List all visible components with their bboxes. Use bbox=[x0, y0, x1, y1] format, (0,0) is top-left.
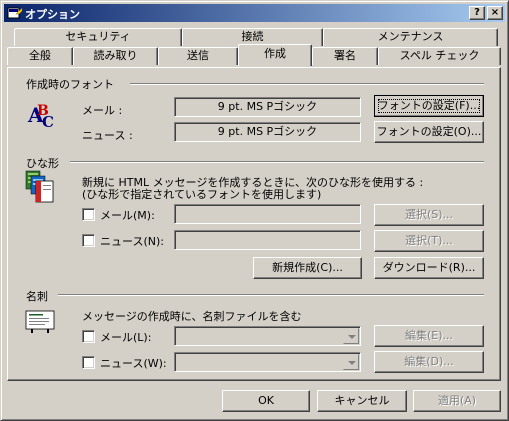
window-title: オプション bbox=[25, 8, 80, 21]
ok-button[interactable]: OK bbox=[222, 390, 310, 412]
tab-compose[interactable]: 作成 bbox=[238, 44, 312, 66]
close-button[interactable]: × bbox=[487, 6, 503, 20]
font-icon: A B C bbox=[27, 103, 54, 130]
tab-spelling[interactable]: スペル チェック bbox=[378, 47, 501, 65]
business-card-group-divider bbox=[58, 294, 484, 296]
news-font-settings-button[interactable]: フォントの設定(O)... bbox=[374, 121, 484, 143]
chevron-down-icon[interactable] bbox=[343, 354, 359, 370]
business-card-mail-edit-button[interactable]: 編集(E)... bbox=[374, 325, 484, 347]
tab-security[interactable]: セキュリティ bbox=[14, 28, 182, 46]
news-font-display: 9 pt. MS Pゴシック bbox=[174, 122, 361, 142]
tab-read[interactable]: 読み取り bbox=[73, 47, 158, 65]
stationery-group-divider bbox=[70, 161, 484, 163]
mail-font-label: メール : bbox=[82, 104, 123, 117]
business-card-mail-combo[interactable] bbox=[174, 326, 361, 346]
stationery-mail-checkbox[interactable] bbox=[82, 208, 95, 221]
apply-button[interactable]: 適用(A) bbox=[413, 390, 501, 412]
business-card-mail-label: メール(L): bbox=[100, 331, 152, 344]
stationery-mail-select-button[interactable]: 選択(S)... bbox=[374, 204, 484, 226]
stationery-mail-label: メール(M): bbox=[100, 209, 155, 222]
create-new-stationery-button[interactable]: 新規作成(C)... bbox=[253, 257, 362, 279]
help-button[interactable]: ? bbox=[469, 6, 485, 20]
compose-tab-panel: 作成時のフォント A B C メール : 9 pt. MS Pゴシック フォント… bbox=[7, 67, 501, 381]
stationery-news-checkbox[interactable] bbox=[82, 234, 95, 247]
stationery-mail-field bbox=[174, 204, 361, 224]
download-stationery-button[interactable]: ダウンロード(R)... bbox=[374, 257, 484, 279]
chevron-down-icon[interactable] bbox=[343, 328, 359, 344]
fonts-group-title: 作成時のフォント bbox=[26, 78, 114, 91]
title-bar[interactable]: オプション ? × bbox=[4, 4, 505, 22]
stationery-news-select-button[interactable]: 選択(T)... bbox=[374, 230, 484, 252]
tab-maintenance[interactable]: メンテナンス bbox=[323, 28, 498, 46]
tab-signatures[interactable]: 署名 bbox=[312, 47, 378, 65]
stationery-group-title: ひな形 bbox=[26, 157, 59, 170]
business-card-description: メッセージの作成時に、名刺ファイルを含む bbox=[82, 310, 302, 323]
business-card-news-edit-button[interactable]: 編集(D)... bbox=[374, 351, 484, 373]
tab-send[interactable]: 送信 bbox=[158, 47, 238, 65]
svg-text:C: C bbox=[42, 113, 54, 130]
news-font-label: ニュース : bbox=[82, 129, 133, 142]
stationery-icon bbox=[25, 170, 54, 203]
business-card-icon bbox=[25, 310, 55, 333]
fonts-group-divider bbox=[130, 83, 484, 85]
tab-general[interactable]: 全般 bbox=[7, 47, 73, 65]
options-dialog: オプション ? × セキュリティ 接続 メンテナンス 全般 読み取り 送信 作成… bbox=[0, 0, 509, 421]
business-card-mail-checkbox[interactable] bbox=[82, 330, 95, 343]
business-card-news-combo[interactable] bbox=[174, 352, 361, 372]
business-card-news-checkbox[interactable] bbox=[82, 356, 95, 369]
business-card-group-title: 名刺 bbox=[26, 290, 48, 303]
mail-font-settings-button[interactable]: フォントの設定(F)... bbox=[374, 95, 484, 117]
mail-font-display: 9 pt. MS Pゴシック bbox=[174, 97, 361, 117]
stationery-description-line2: (ひな形で指定されているフォントを使用します) bbox=[82, 188, 322, 201]
stationery-news-label: ニュース(N): bbox=[100, 235, 164, 248]
business-card-news-label: ニュース(W): bbox=[100, 357, 167, 370]
options-app-icon bbox=[7, 7, 23, 19]
cancel-button[interactable]: キャンセル bbox=[317, 390, 407, 412]
stationery-news-field bbox=[174, 230, 361, 250]
